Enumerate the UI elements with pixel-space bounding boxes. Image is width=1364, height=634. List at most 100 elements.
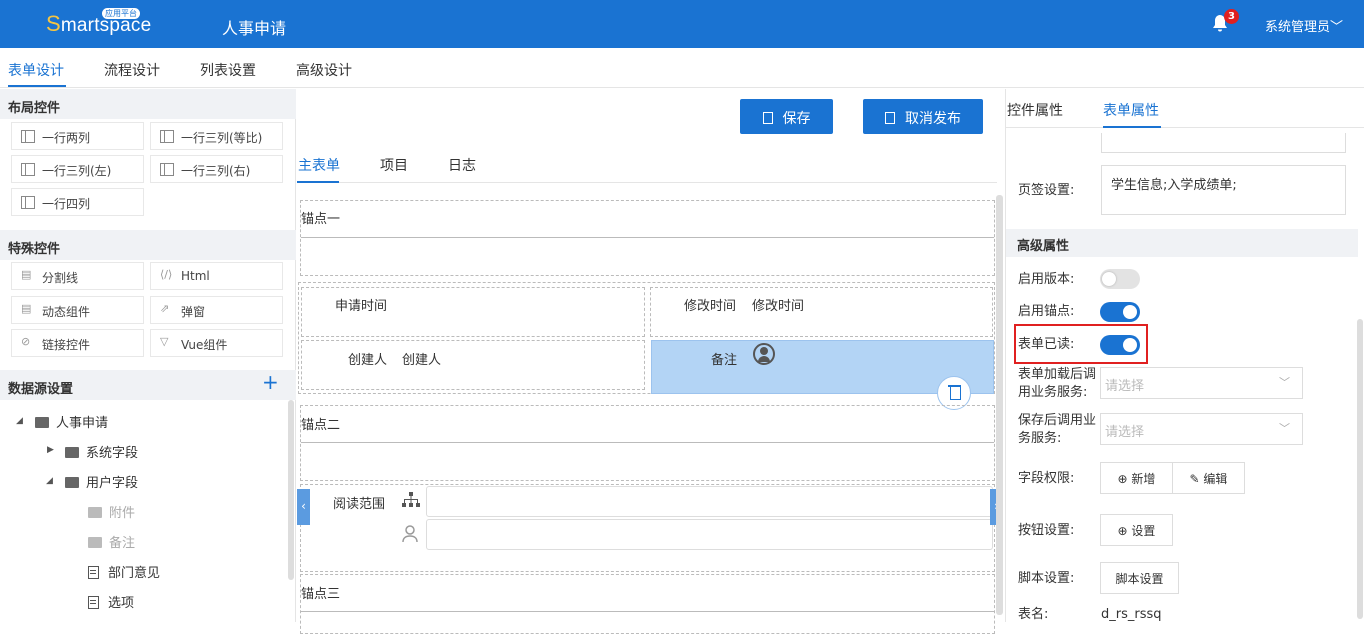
person-input[interactable] (426, 519, 993, 550)
tab-form-properties[interactable]: 表单属性 (1103, 100, 1159, 120)
control-divider[interactable]: ▤ 分割线 (11, 262, 144, 290)
control-dynamic-component[interactable]: ▤ 动态组件 (11, 296, 144, 324)
folder-icon (65, 477, 79, 488)
org-input[interactable] (426, 486, 993, 517)
remark-label: 备注 (711, 353, 738, 368)
previous-field-box[interactable] (1101, 133, 1346, 153)
anchor-section-1[interactable] (300, 200, 995, 276)
tab-form-design[interactable]: 表单设计 (8, 60, 64, 80)
control-two-columns[interactable]: 一行两列 (11, 122, 144, 150)
tab-log[interactable]: 日志 (448, 155, 476, 175)
user-menu[interactable]: 系统管理员﹀ (1265, 16, 1343, 35)
enable-anchor-label: 启用锚点: (1018, 304, 1075, 319)
tab-divider (1006, 127, 1364, 128)
tree-item-remark[interactable]: 备注 (88, 532, 135, 551)
collapse-left-icon[interactable]: ‹ (297, 489, 310, 525)
tab-advanced-design[interactable]: 高级设计 (296, 60, 352, 80)
caret-right-icon[interactable]: ▶ (47, 445, 54, 455)
tree-root[interactable]: 人事申请 (35, 412, 108, 431)
plus-circle-icon: ⊕ (1117, 472, 1132, 486)
apply-time-label: 申请时间 (335, 299, 388, 314)
control-three-columns-equal[interactable]: 一行三列(等比) (150, 122, 283, 150)
button-settings-button[interactable]: ⊕ 设置 (1100, 514, 1173, 546)
notification-badge: 3 (1224, 9, 1239, 24)
logo-badge: 应用平台 (102, 8, 140, 19)
layout-section-title: 布局控件 (0, 89, 296, 119)
user-name: 系统管理员 (1265, 20, 1331, 35)
page-tabs-input[interactable]: 学生信息;入学成绩单; (1101, 165, 1346, 215)
anchor-section-2[interactable] (300, 405, 995, 481)
tree-item-dept-opinion[interactable]: 部门意见 (88, 562, 160, 581)
tab-main-form[interactable]: 主表单 (298, 155, 340, 175)
field-icon (88, 596, 99, 609)
left-scrollbar[interactable] (288, 400, 294, 580)
columns-icon (21, 130, 35, 143)
caret-down-icon[interactable]: ◢ (46, 476, 53, 486)
anchor-section-3[interactable] (300, 574, 995, 634)
active-tab-underline (8, 85, 66, 87)
folder-icon (88, 507, 102, 518)
folder-icon (35, 417, 49, 428)
control-three-columns-right[interactable]: 一行三列(右) (150, 155, 283, 183)
chevron-down-icon: ﹀ (1279, 422, 1290, 435)
form-canvas: 保存 取消发布 主表单 项目 日志 锚点一 申请时间 修改时间 修改时间 创建人… (297, 89, 1005, 634)
edit-icon: ✎ (1189, 472, 1204, 486)
unpublish-button[interactable]: 取消发布 (863, 99, 983, 134)
creator-value: 创建人 (402, 353, 442, 368)
field-icon (88, 566, 99, 579)
control-link[interactable]: ⊘ 链接控件 (11, 329, 144, 357)
org-chart-icon[interactable] (402, 492, 420, 508)
after-save-service-select[interactable]: 请选择 ﹀ (1100, 413, 1303, 445)
edit-permission-button[interactable]: ✎ 编辑 (1172, 462, 1245, 494)
control-four-columns[interactable]: 一行四列 (11, 188, 144, 216)
control-vue-component[interactable]: ▽ Vue组件 (150, 329, 283, 357)
save-button[interactable]: 保存 (740, 99, 833, 134)
modify-time-value: 修改时间 (752, 299, 805, 314)
folder-icon (88, 537, 102, 548)
control-three-columns-left[interactable]: 一行三列(左) (11, 155, 144, 183)
tree-system-fields[interactable]: 系统字段 (65, 442, 138, 461)
table-name-label: 表名: (1018, 607, 1049, 622)
tab-flow-design[interactable]: 流程设计 (104, 60, 160, 80)
creator-label: 创建人 (348, 353, 388, 368)
tree-item-options[interactable]: 选项 (88, 592, 134, 611)
tab-control-properties[interactable]: 控件属性 (1007, 100, 1063, 120)
enable-version-toggle[interactable] (1100, 269, 1140, 289)
divider-icon: ▤ (21, 268, 32, 281)
canvas-scrollbar[interactable] (996, 195, 1003, 615)
add-permission-button[interactable]: ⊕ 新增 (1100, 462, 1173, 494)
folder-icon (65, 447, 79, 458)
caret-down-icon[interactable]: ◢ (16, 416, 23, 426)
enable-anchor-toggle[interactable] (1100, 302, 1140, 322)
dynamic-icon: ▤ (21, 302, 32, 315)
chevron-down-icon: ﹀ (1330, 20, 1344, 35)
app-title: 人事申请 (222, 19, 287, 38)
script-settings-button[interactable]: 脚本设置 (1100, 562, 1179, 594)
link-icon: ⊘ (21, 335, 31, 348)
tab-list-settings[interactable]: 列表设置 (200, 60, 256, 80)
person-icon[interactable] (402, 525, 418, 543)
right-scrollbar[interactable] (1357, 319, 1363, 619)
external-link-icon: ⇗ (160, 302, 170, 315)
tree-user-fields[interactable]: 用户字段 (65, 472, 138, 491)
special-section-title: 特殊控件 (0, 230, 296, 260)
highlight-box (1014, 324, 1148, 364)
plus-circle-icon: ⊕ (1117, 524, 1132, 538)
vue-icon: ▽ (160, 335, 169, 348)
after-load-service-select[interactable]: 请选择 ﹀ (1100, 367, 1303, 399)
tree-item-attachment[interactable]: 附件 (88, 502, 135, 521)
advanced-section-title: 高级属性 (1006, 229, 1358, 257)
control-html[interactable]: ⟨/⟩ Html (150, 262, 283, 290)
control-popup[interactable]: ⇗ 弹窗 (150, 296, 283, 324)
anchor-1-label: 锚点一 (301, 212, 341, 227)
modify-time-label: 修改时间 (684, 299, 737, 314)
columns-icon (21, 163, 35, 176)
add-datasource-icon[interactable]: + (262, 372, 279, 392)
divider (301, 611, 994, 612)
datasource-section-title: 数据源设置 (0, 370, 296, 400)
tab-project[interactable]: 项目 (380, 155, 408, 175)
tab-divider (297, 182, 997, 183)
page-tabs-label: 页签设置: (1018, 183, 1075, 198)
after-save-service-label: 保存后调用业务服务: (1018, 413, 1097, 446)
user-avatar-icon (753, 343, 775, 365)
